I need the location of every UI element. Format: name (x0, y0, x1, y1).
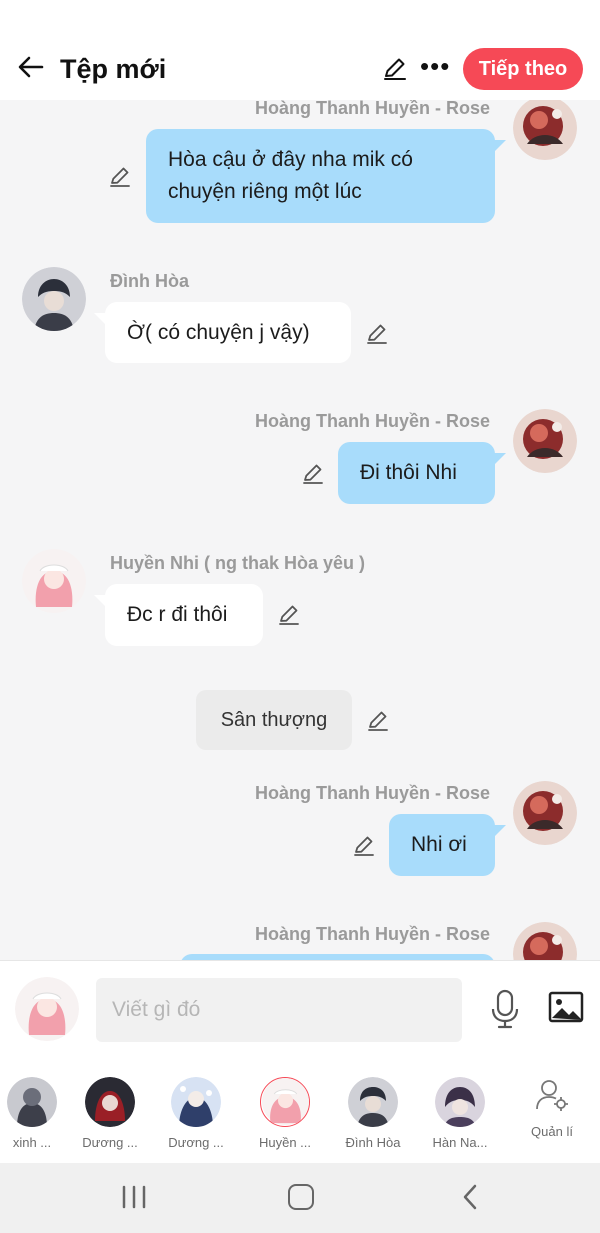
edit-message-icon[interactable] (108, 164, 132, 188)
avatar-dinh-hoa[interactable] (22, 267, 86, 331)
system-back-icon[interactable] (460, 1183, 480, 1211)
avatar-rose[interactable] (513, 100, 577, 160)
edit-title-icon[interactable] (382, 55, 408, 81)
top-bar: Tệp mới ••• Tiếp theo (0, 0, 600, 100)
character-item[interactable]: Huyền ... (250, 1077, 320, 1150)
bubble-tail (94, 313, 106, 325)
speaker-name: Hoàng Thanh Huyền - Rose (254, 783, 490, 803)
character-avatar (171, 1077, 221, 1127)
character-item[interactable]: Hàn Na... (425, 1077, 495, 1150)
recents-icon[interactable] (120, 1185, 148, 1209)
character-avatar-selected (260, 1077, 310, 1127)
character-strip: xinh ... Dương ... Dương ... Huyền ... Đ… (0, 1057, 600, 1163)
manage-characters-button[interactable]: Quản lí (522, 1077, 582, 1139)
more-options-icon[interactable]: ••• (420, 52, 450, 80)
message-bubble-theirs[interactable]: Đc r đi thôi (105, 584, 263, 646)
character-avatar (7, 1077, 57, 1127)
back-arrow-icon[interactable] (16, 52, 46, 82)
chat-area[interactable]: Hoàng Thanh Huyền - Rose Hòa cậu ở đây n… (0, 100, 600, 960)
image-icon[interactable] (548, 991, 584, 1023)
edit-message-icon[interactable] (365, 321, 389, 345)
edit-message-icon[interactable] (301, 461, 325, 485)
narration-bubble[interactable]: Sân thượng (196, 690, 352, 750)
character-avatar (435, 1077, 485, 1127)
avatar-rose[interactable] (513, 409, 577, 473)
bubble-tail (494, 825, 506, 837)
message-bubble-mine[interactable]: Hòa cậu ở đây nha mik có chuyện riêng mộ… (146, 129, 495, 223)
bubble-tail (494, 453, 506, 465)
microphone-icon[interactable] (490, 989, 520, 1029)
edit-message-icon[interactable] (277, 602, 301, 626)
bubble-tail (94, 595, 106, 607)
next-button[interactable]: Tiếp theo (463, 48, 583, 90)
message-input[interactable] (96, 978, 462, 1042)
speaker-name: Huyền Nhi ( ng thak Hòa yêu ) (110, 553, 366, 573)
edit-message-icon[interactable] (352, 833, 376, 857)
bubble-tail (494, 140, 506, 152)
system-nav-bar (0, 1163, 600, 1233)
speaker-name: Hoàng Thanh Huyền - Rose (254, 924, 490, 944)
page-title: Tệp mới (60, 54, 167, 84)
speaker-name: Hoàng Thanh Huyền - Rose (254, 100, 490, 118)
character-avatar (348, 1077, 398, 1127)
message-bubble-mine[interactable]: Nhi ơi (389, 814, 495, 876)
manage-user-icon (536, 1080, 568, 1111)
message-composer (0, 960, 600, 1058)
character-item[interactable]: xinh ... (0, 1077, 67, 1150)
character-avatar (85, 1077, 135, 1127)
message-bubble-mine[interactable]: Đi thôi Nhi (338, 442, 495, 504)
character-item[interactable]: Đình Hòa (338, 1077, 408, 1150)
current-speaker-avatar[interactable] (15, 977, 79, 1041)
avatar-rose[interactable] (513, 781, 577, 845)
speaker-name: Đình Hòa (110, 271, 189, 291)
character-item[interactable]: Dương ... (161, 1077, 231, 1150)
edit-message-icon[interactable] (366, 708, 390, 732)
home-icon[interactable] (288, 1184, 314, 1210)
character-item[interactable]: Dương ... (75, 1077, 145, 1150)
avatar-huyen-nhi[interactable] (22, 549, 86, 613)
speaker-name: Hoàng Thanh Huyền - Rose (254, 411, 490, 431)
message-bubble-theirs[interactable]: Ờ( có chuyện j vậy) (105, 302, 351, 363)
avatar-rose[interactable] (513, 922, 577, 960)
